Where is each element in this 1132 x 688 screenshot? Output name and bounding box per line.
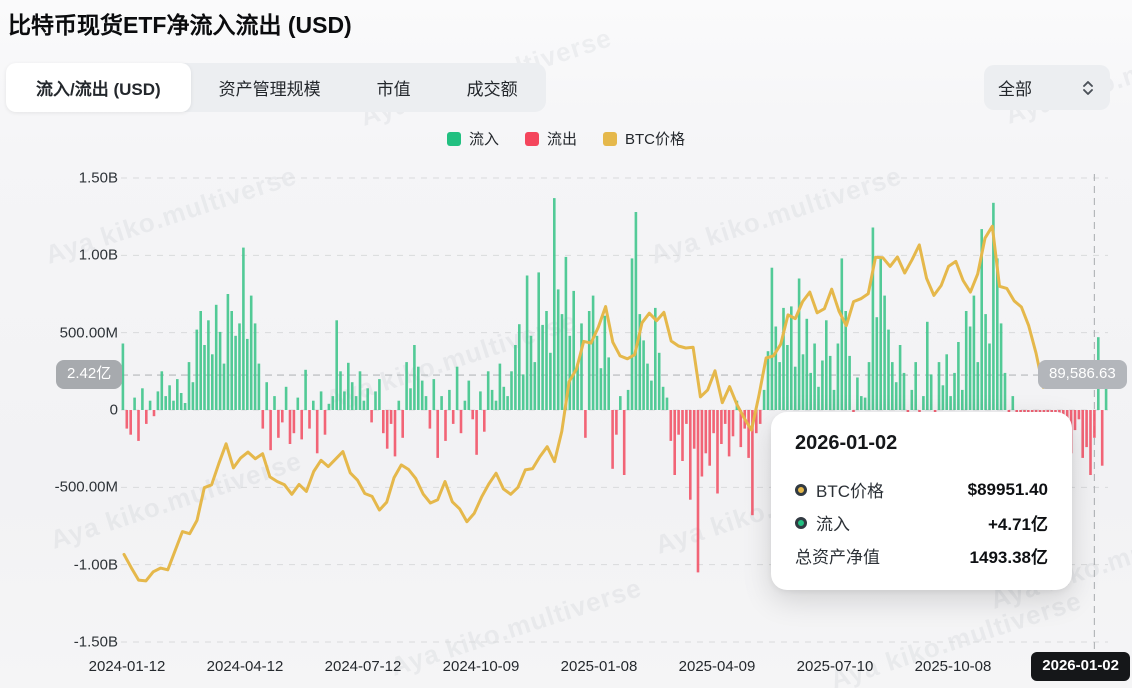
x-axis-tick-label: 2025-07-10 xyxy=(796,658,874,675)
x-axis-tick-label: 2025-10-08 xyxy=(914,658,992,675)
x-axis-tick-label: 2024-04-12 xyxy=(206,658,284,675)
tooltip-row-total-net-assets: 总资产净值 1493.38亿 xyxy=(795,539,1048,572)
tooltip-row-btc-price: BTC价格 $89951.40 xyxy=(795,473,1048,506)
y-axis-tick-label: 1.00B xyxy=(78,246,118,264)
y-axis-tick-label: 0 xyxy=(109,401,118,419)
tooltip-date: 2026-01-02 xyxy=(795,432,898,454)
x-axis-tick-label: 2024-01-12 xyxy=(88,658,166,675)
tooltip-value: +4.71亿 xyxy=(987,515,1048,534)
tooltip-label: BTC价格 xyxy=(816,482,884,501)
y-axis-tick-label: -1.00B xyxy=(73,556,118,574)
crosshair-price-badge: 89,586.63 xyxy=(1038,360,1127,389)
inflow-dot-icon xyxy=(795,516,807,529)
tooltip-label: 总资产净值 xyxy=(795,548,880,567)
x-axis-tick-label: 2024-07-12 xyxy=(324,658,402,675)
y-axis-tick-label: 500.00M xyxy=(59,324,118,342)
tooltip-value: 1493.38亿 xyxy=(969,548,1048,567)
tooltip-row-inflow: 流入 +4.71亿 xyxy=(795,506,1048,539)
btc-price-dot-icon xyxy=(795,483,807,496)
chart-tooltip: 2026-01-02 BTC价格 $89951.40 流入 +4.71亿 总资产… xyxy=(771,412,1072,590)
x-axis-tick-label: 2025-01-08 xyxy=(560,658,638,675)
y-axis-tick-label: 1.50B xyxy=(78,169,118,187)
etf-flow-dashboard: Aya kiko.multiverse Aya kiko.multiverse Ay… xyxy=(0,0,1132,688)
tooltip-value: $89951.40 xyxy=(967,479,1048,499)
y-axis-tick-label: -1.50B xyxy=(73,633,118,651)
crosshair-flow-badge: 2.42亿 xyxy=(56,360,123,389)
crosshair-date-badge: 2026-01-02 xyxy=(1031,652,1130,681)
tooltip-label: 流入 xyxy=(816,515,850,534)
x-axis-tick-label: 2025-04-09 xyxy=(678,658,756,675)
x-axis-tick-label: 2024-10-09 xyxy=(442,658,520,675)
y-axis-tick-label: -500.00M xyxy=(54,478,118,496)
